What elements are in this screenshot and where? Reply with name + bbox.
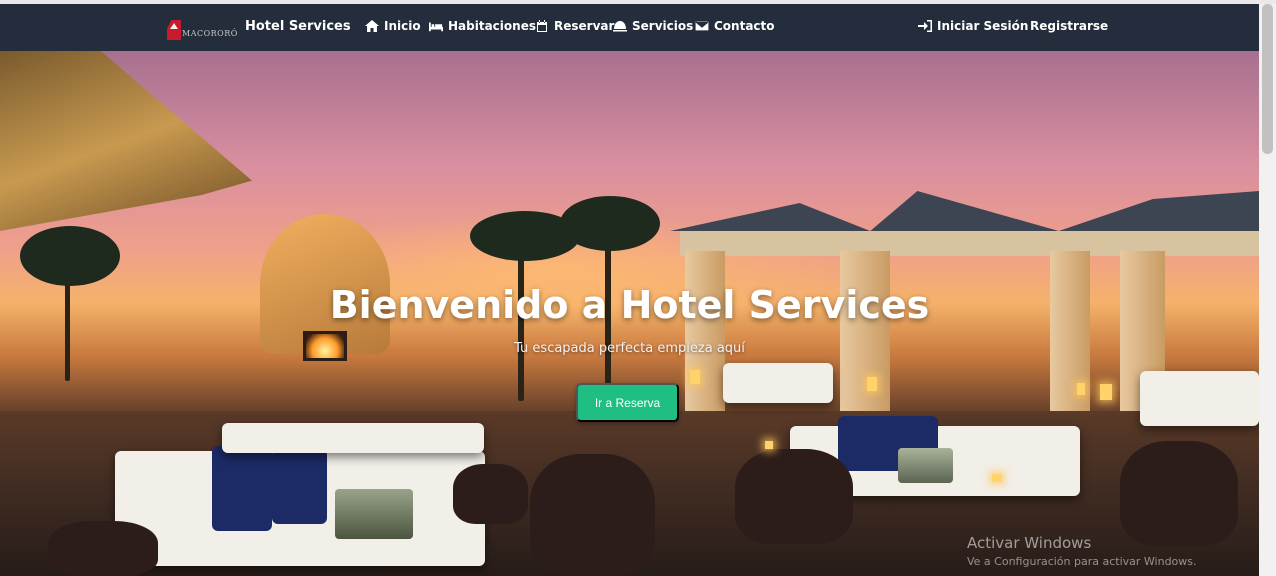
nav-servicios[interactable]: Servicios bbox=[613, 19, 693, 33]
register-label: Registrarse bbox=[1030, 19, 1109, 33]
reserve-button[interactable]: Ir a Reserva bbox=[576, 383, 679, 422]
hero-section: Bienvenido a Hotel Services Tu escapada … bbox=[0, 51, 1259, 576]
login-label: Iniciar Sesión bbox=[937, 19, 1029, 33]
bell-icon bbox=[613, 21, 627, 32]
register-link[interactable]: Registrarse bbox=[1030, 19, 1108, 33]
hero-title: Bienvenido a Hotel Services bbox=[329, 283, 930, 327]
nav-label: Contacto bbox=[714, 19, 775, 33]
scrollbar-thumb[interactable] bbox=[1262, 4, 1273, 154]
logo-icon bbox=[167, 20, 181, 40]
brand-name[interactable]: Hotel Services bbox=[245, 19, 351, 34]
bed-icon bbox=[429, 22, 443, 32]
calendar-icon bbox=[537, 20, 547, 32]
brand-logo[interactable]: MACORORÓ bbox=[167, 16, 238, 40]
nav-label: Habitaciones bbox=[448, 19, 536, 33]
nav-label: Reservar bbox=[554, 19, 615, 33]
logo-text: MACORORÓ bbox=[182, 29, 238, 38]
nav-inicio[interactable]: Inicio bbox=[365, 19, 421, 33]
nav-label: Inicio bbox=[384, 19, 421, 33]
nav-habitaciones[interactable]: Habitaciones bbox=[429, 19, 536, 33]
windows-activation-subtext: Ve a Configuración para activar Windows. bbox=[967, 555, 1197, 568]
login-link[interactable]: Iniciar Sesión bbox=[918, 19, 1028, 33]
nav-label: Servicios bbox=[632, 19, 694, 33]
nav-reservar[interactable]: Reservar bbox=[535, 19, 614, 33]
nav-contacto[interactable]: Contacto bbox=[695, 19, 775, 33]
page-scrollbar[interactable] bbox=[1259, 4, 1276, 576]
navbar: MACORORÓ Hotel Services Inicio Habitacio… bbox=[0, 4, 1259, 51]
sign-in-icon bbox=[918, 20, 932, 32]
home-icon bbox=[365, 20, 379, 32]
envelope-icon bbox=[695, 20, 709, 32]
page: MACORORÓ Hotel Services Inicio Habitacio… bbox=[0, 0, 1276, 576]
windows-activation-watermark: Activar Windows bbox=[967, 534, 1092, 552]
hero-subtitle: Tu escapada perfecta empieza aquí bbox=[514, 341, 745, 356]
